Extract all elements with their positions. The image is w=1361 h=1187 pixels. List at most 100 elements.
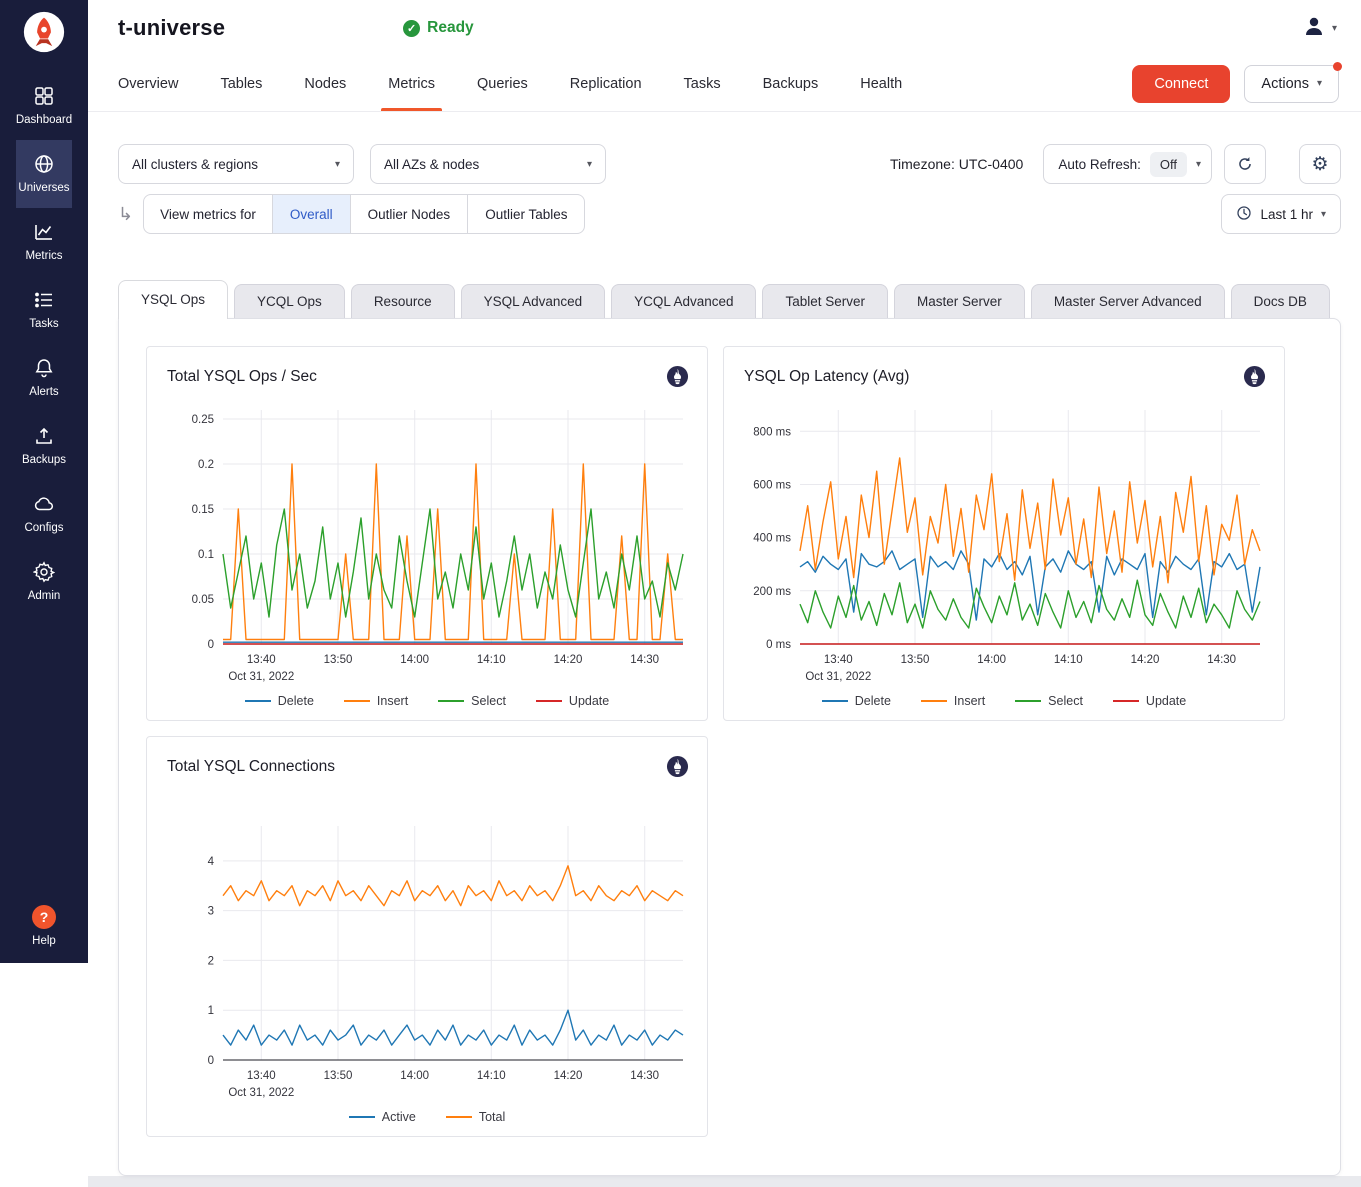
sidebar-item-admin[interactable]: Admin	[16, 548, 72, 616]
sidebar-item-alerts[interactable]: Alerts	[16, 344, 72, 412]
tab-tasks[interactable]: Tasks	[663, 56, 742, 111]
metric-tab-ysql-ops[interactable]: YSQL Ops	[118, 280, 228, 319]
sidebar-item-dashboard[interactable]: Dashboard	[16, 72, 72, 140]
metric-tab-ycql-ops[interactable]: YCQL Ops	[234, 284, 345, 318]
view-metrics-for-label: View metrics for	[144, 195, 272, 233]
sidebar-item-help[interactable]: ?Help	[32, 905, 56, 963]
metric-tabs: YSQL OpsYCQL OpsResourceYSQL AdvancedYCQ…	[118, 280, 1341, 318]
legend-label: Insert	[954, 694, 985, 708]
legend-swatch	[536, 700, 562, 703]
svg-text:14:10: 14:10	[1054, 654, 1083, 666]
legend-swatch	[438, 700, 464, 703]
tab-tables[interactable]: Tables	[199, 56, 283, 111]
svg-text:14:20: 14:20	[554, 1070, 583, 1082]
sidebar-item-label: Tasks	[29, 318, 58, 330]
metric-tab-master-server[interactable]: Master Server	[894, 284, 1025, 318]
auto-refresh-control[interactable]: Auto Refresh: Off ▾	[1043, 144, 1212, 184]
legend-total[interactable]: Total	[446, 1110, 505, 1124]
view-tab-outlier-nodes[interactable]: Outlier Nodes	[350, 195, 468, 233]
tab-metrics[interactable]: Metrics	[367, 56, 456, 111]
svg-text:800 ms: 800 ms	[753, 426, 791, 438]
prometheus-icon[interactable]	[666, 755, 689, 778]
sidebar-item-metrics[interactable]: Metrics	[16, 208, 72, 276]
svg-text:3: 3	[208, 906, 214, 918]
svg-text:Oct 31, 2022: Oct 31, 2022	[228, 671, 294, 683]
metric-tab-tablet-server[interactable]: Tablet Server	[762, 284, 888, 318]
backups-icon	[33, 425, 55, 447]
content: All clusters & regions ▾ All AZs & nodes…	[88, 112, 1361, 1187]
legend-delete[interactable]: Delete	[245, 694, 314, 708]
svg-text:0.25: 0.25	[192, 414, 214, 426]
prometheus-icon[interactable]	[1243, 365, 1266, 388]
chart-legend: Delete Insert Select Update	[161, 694, 693, 708]
clusters-regions-dropdown[interactable]: All clusters & regions ▾	[118, 144, 354, 184]
chart-legend: Active Total	[161, 1110, 693, 1124]
chart-card-total-ysql-ops: Total YSQL Ops / Sec 00.050.10.150.20.25…	[146, 346, 708, 721]
legend-swatch	[1113, 700, 1139, 703]
metric-tab-ycql-advanced[interactable]: YCQL Advanced	[611, 284, 756, 318]
legend-swatch	[349, 1116, 375, 1119]
tab-queries[interactable]: Queries	[456, 56, 549, 111]
svg-text:14:00: 14:00	[400, 1070, 429, 1082]
user-icon	[1302, 14, 1326, 43]
tab-nodes[interactable]: Nodes	[283, 56, 367, 111]
view-tab-overall[interactable]: Overall	[272, 195, 350, 233]
tab-backups[interactable]: Backups	[742, 56, 840, 111]
tab-health[interactable]: Health	[839, 56, 923, 111]
clusters-regions-value: All clusters & regions	[132, 157, 258, 172]
settings-button[interactable]: ⚙	[1299, 144, 1341, 184]
legend-active[interactable]: Active	[349, 1110, 416, 1124]
user-menu[interactable]: ▾	[1302, 14, 1337, 43]
legend-update[interactable]: Update	[1113, 694, 1186, 708]
connect-button[interactable]: Connect	[1132, 65, 1230, 103]
tab-overview[interactable]: Overview	[118, 56, 199, 111]
legend-swatch	[245, 700, 271, 703]
view-tab-outlier-tables[interactable]: Outlier Tables	[467, 195, 584, 233]
legend-select[interactable]: Select	[1015, 694, 1083, 708]
app-logo-icon[interactable]	[21, 9, 67, 60]
time-range-button[interactable]: Last 1 hr ▾	[1221, 194, 1341, 234]
metric-tab-docs-db[interactable]: Docs DB	[1231, 284, 1330, 318]
bottom-strip	[88, 1176, 1361, 1187]
sidebar-item-configs[interactable]: Configs	[16, 480, 72, 548]
legend-label: Active	[382, 1110, 416, 1124]
refresh-button[interactable]	[1224, 144, 1266, 184]
svg-text:14:10: 14:10	[477, 654, 506, 666]
svg-text:Oct 31, 2022: Oct 31, 2022	[805, 671, 871, 683]
sidebar-item-label: Admin	[28, 590, 61, 602]
svg-text:13:50: 13:50	[324, 654, 353, 666]
actions-button[interactable]: Actions ▾	[1244, 65, 1339, 103]
view-metrics-group: View metrics for OverallOutlier NodesOut…	[143, 194, 585, 234]
check-circle-icon: ✓	[403, 20, 420, 37]
legend-select[interactable]: Select	[438, 694, 506, 708]
sidebar-item-backups[interactable]: Backups	[16, 412, 72, 480]
metric-tab-ysql-advanced[interactable]: YSQL Advanced	[461, 284, 606, 318]
legend-insert[interactable]: Insert	[921, 694, 985, 708]
sidebar-item-label: Dashboard	[16, 114, 72, 126]
svg-text:0.15: 0.15	[192, 504, 214, 516]
svg-text:14:30: 14:30	[1207, 654, 1236, 666]
universes-icon	[33, 153, 55, 175]
tab-replication[interactable]: Replication	[549, 56, 663, 111]
legend-swatch	[921, 700, 947, 703]
legend-update[interactable]: Update	[536, 694, 609, 708]
sidebar-item-universes[interactable]: Universes	[16, 140, 72, 208]
sidebar-item-label: Backups	[22, 454, 66, 466]
metric-tab-resource[interactable]: Resource	[351, 284, 455, 318]
universe-title: t-universe	[118, 15, 225, 41]
legend-insert[interactable]: Insert	[344, 694, 408, 708]
help-icon: ?	[32, 905, 56, 929]
legend-delete[interactable]: Delete	[822, 694, 891, 708]
chart-title: Total YSQL Connections	[167, 758, 335, 776]
legend-label: Total	[479, 1110, 505, 1124]
legend-swatch	[446, 1116, 472, 1119]
prometheus-icon[interactable]	[666, 365, 689, 388]
metric-tab-master-server-advanced[interactable]: Master Server Advanced	[1031, 284, 1225, 318]
chart-title: Total YSQL Ops / Sec	[167, 368, 317, 386]
svg-text:0.2: 0.2	[198, 459, 214, 471]
chevron-down-icon: ▾	[1196, 159, 1201, 170]
notification-dot	[1333, 62, 1342, 71]
chart-cards: Total YSQL Ops / Sec 00.050.10.150.20.25…	[146, 346, 1313, 1137]
az-nodes-dropdown[interactable]: All AZs & nodes ▾	[370, 144, 606, 184]
sidebar-item-tasks[interactable]: Tasks	[16, 276, 72, 344]
